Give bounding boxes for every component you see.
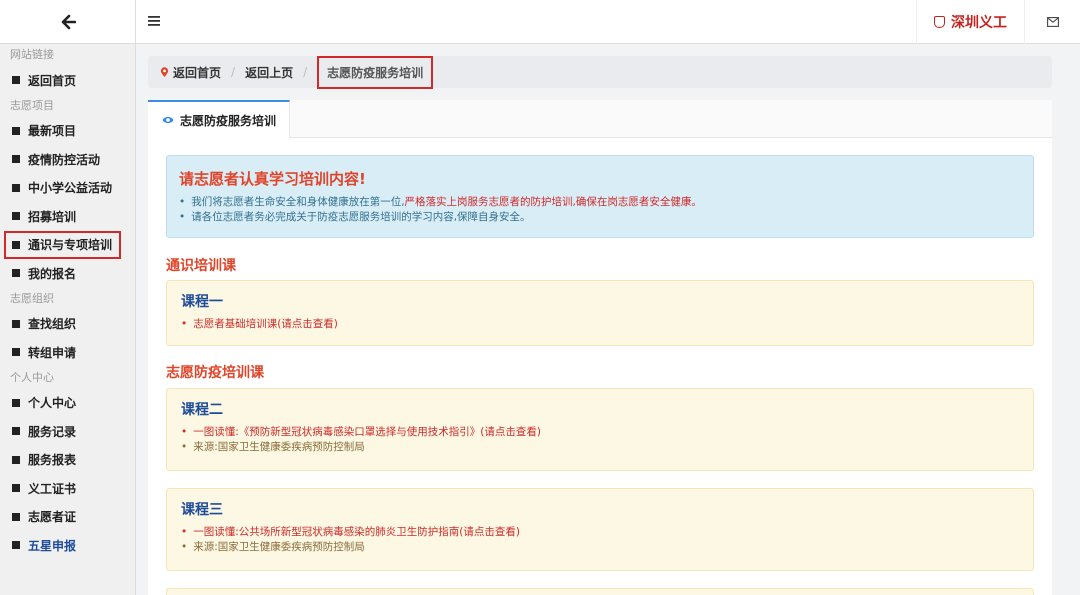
hamburger-menu-icon[interactable]: [146, 14, 162, 28]
course-card: [166, 588, 1034, 595]
breadcrumb-current: 志愿防疫服务培训: [317, 55, 434, 89]
breadcrumb-separator: /: [231, 65, 236, 79]
tab-epidemic-training[interactable]: 志愿防疫服务培训: [148, 100, 290, 138]
envelope-icon: [1046, 17, 1059, 27]
sidebar-item-label: 服务报表: [28, 453, 77, 468]
sidebar-item-recruit[interactable]: 招募培训: [0, 202, 135, 231]
breadcrumb-separator: /: [303, 65, 308, 79]
sidebar-item-records[interactable]: 服务记录: [0, 417, 135, 446]
group-title-projects: 志愿项目: [10, 98, 54, 112]
course-source: 来源:国家卫生健康委疾病预防控制局: [181, 440, 1019, 455]
back-button[interactable]: [0, 0, 135, 44]
sidebar-item-label: 中小学公益活动: [28, 181, 113, 196]
section-title-epidemic: 志愿防疫培训课: [166, 365, 264, 381]
group-title-links: 网站链接: [10, 48, 54, 61]
sidebar-item-personal[interactable]: 个人中心: [0, 389, 135, 418]
sidebar-item-five-star[interactable]: 五星申报: [0, 531, 135, 560]
sidebar-item-volunteer-card[interactable]: 志愿者证: [0, 503, 135, 532]
notice-box: 请志愿者认真学习培训内容! 我们将志愿者生命安全和身体健康放在第一位,严格落实上…: [166, 155, 1034, 238]
notice-text: 我们将志愿者生命安全和身体健康放在第一位,: [191, 196, 405, 208]
tab-label: 志愿防疫服务培训: [180, 113, 277, 128]
sidebar-item-label: 服务记录: [28, 424, 77, 439]
square-icon: [12, 126, 20, 135]
sidebar-item-label: 五星申报: [28, 538, 77, 553]
top-bar: 深圳义工: [136, 0, 1080, 44]
sidebar-item-label: 返回首页: [28, 73, 77, 88]
sidebar-item-label: 最新项目: [28, 124, 77, 139]
sidebar-item-latest[interactable]: 最新项目: [0, 117, 135, 146]
square-icon: [12, 398, 20, 407]
sidebar-item-epidemic[interactable]: 疫情防控活动: [0, 145, 135, 174]
notice-line: 我们将志愿者生命安全和身体健康放在第一位,严格落实上岗服务志愿者的防护培训,确保…: [179, 195, 1021, 210]
sidebar-item-label: 通识与专项培训: [28, 238, 113, 253]
sidebar-item-certificate[interactable]: 义工证书: [0, 474, 135, 503]
brand-text: 深圳义工: [951, 15, 1007, 31]
mail-button[interactable]: [1024, 0, 1080, 44]
sidebar-item-label: 转组申请: [28, 345, 77, 360]
tab-bar: 志愿防疫服务培训: [148, 100, 1052, 138]
group-title-orgs: 志愿组织: [10, 291, 54, 305]
square-icon: [12, 512, 20, 521]
square-icon: [12, 269, 20, 278]
badge-icon: [934, 16, 945, 28]
course-link[interactable]: 一图读懂:公共场所新型冠状病毒感染的肺炎卫生防护指南(请点击查看): [181, 525, 1019, 540]
brand-logo[interactable]: 深圳义工: [916, 0, 1024, 44]
sidebar-item-label: 志愿者证: [28, 510, 77, 525]
sidebar-item-signup[interactable]: 我的报名: [0, 259, 135, 288]
square-icon: [12, 348, 20, 357]
square-icon: [12, 319, 20, 328]
course-title: 课程一: [181, 294, 223, 310]
sidebar: 网站链接 返回首页 志愿项目 最新项目 疫情防控活动 中小学公益活动 招募培训 …: [0, 0, 136, 595]
breadcrumb-home-link[interactable]: 返回首页: [173, 64, 221, 81]
eye-icon: [162, 117, 174, 123]
square-icon: [12, 455, 20, 464]
square-icon: [12, 484, 20, 493]
course-title: 课程三: [181, 502, 223, 518]
notice-text: 请各位志愿者务必完成关于防疫志愿服务培训的学习内容,保障自身安全。: [191, 211, 531, 223]
breadcrumb-back-link[interactable]: 返回上页: [245, 64, 293, 81]
sidebar-item-school[interactable]: 中小学公益活动: [0, 174, 135, 203]
square-icon: [12, 155, 20, 164]
sidebar-item-label: 义工证书: [28, 481, 77, 496]
arrow-left-icon: [61, 14, 76, 29]
course-link[interactable]: 志愿者基础培训课(请点击查看): [181, 317, 1019, 332]
notice-title: 请志愿者认真学习培训内容!: [179, 170, 366, 188]
sidebar-item-label: 个人中心: [28, 396, 77, 411]
course-card: 课程三 一图读懂:公共场所新型冠状病毒感染的肺炎卫生防护指南(请点击查看) 来源…: [166, 488, 1034, 571]
notice-emphasis: 严格落实上岗服务志愿者的防护培训,确保在岗志愿者安全健康。: [404, 196, 702, 208]
course-card: 课程二 一图读懂:《预防新型冠状病毒感染口罩选择与使用技术指引》(请点击查看) …: [166, 388, 1034, 471]
course-title: 课程二: [181, 402, 223, 418]
course-source: 来源:国家卫生健康委疾病预防控制局: [181, 540, 1019, 555]
square-icon: [12, 183, 20, 192]
course-card: 课程一 志愿者基础培训课(请点击查看): [166, 280, 1034, 346]
group-title-personal: 个人中心: [10, 370, 54, 384]
sidebar-item-label: 我的报名: [28, 266, 77, 281]
sidebar-item-find-org[interactable]: 查找组织: [0, 310, 135, 339]
square-icon: [12, 541, 20, 550]
location-pin-icon: [160, 66, 169, 77]
sidebar-item-label: 疫情防控活动: [28, 152, 101, 167]
square-icon: [12, 76, 20, 85]
square-icon: [12, 212, 20, 221]
notice-line: 请各位志愿者务必完成关于防疫志愿服务培训的学习内容,保障自身安全。: [179, 210, 1021, 225]
course-link[interactable]: 一图读懂:《预防新型冠状病毒感染口罩选择与使用技术指引》(请点击查看): [181, 425, 1019, 440]
square-icon: [12, 240, 20, 249]
section-title-general: 通识培训课: [166, 258, 236, 274]
content-panel: 志愿防疫服务培训 请志愿者认真学习培训内容! 我们将志愿者生命安全和身体健康放在…: [148, 100, 1052, 595]
sidebar-item-home[interactable]: 返回首页: [0, 66, 135, 95]
sidebar-item-label: 招募培训: [28, 209, 77, 224]
sidebar-item-label: 查找组织: [28, 317, 77, 332]
sidebar-item-transfer[interactable]: 转组申请: [0, 338, 135, 367]
sidebar-item-training[interactable]: 通识与专项培训: [4, 230, 121, 259]
square-icon: [12, 427, 20, 436]
sidebar-item-reports[interactable]: 服务报表: [0, 446, 135, 475]
breadcrumb: 返回首页 / 返回上页 / 志愿防疫服务培训: [148, 55, 1052, 89]
